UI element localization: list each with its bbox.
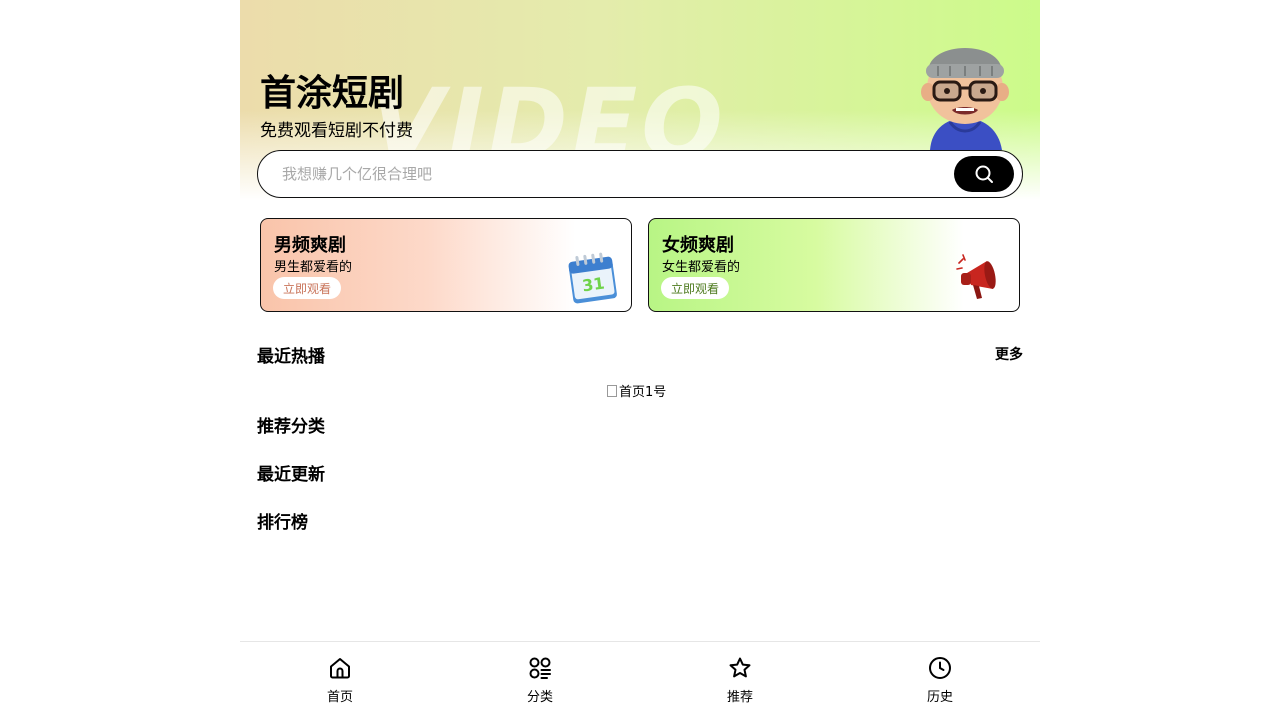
svg-text:31: 31 — [581, 274, 606, 296]
tab-label: 首页 — [326, 690, 353, 705]
search-icon — [975, 165, 993, 183]
mascot-avatar — [921, 48, 1009, 150]
tab-label: 历史 — [926, 690, 953, 705]
section-title-recommended: 推荐分类 — [257, 417, 325, 437]
app-screen: VIDEO 首涂短剧 免费观看短剧不付费 我想赚几个亿很合理吧 男频爽剧 男生都… — [240, 0, 1040, 720]
calendar-icon: 31 — [568, 252, 617, 304]
bottom-tab-bar: 首页 分类 推荐 历史 — [240, 641, 1040, 720]
page-subtitle: 免费观看短剧不付费 — [260, 121, 413, 141]
tab-home[interactable]: 首页 — [240, 642, 440, 720]
broken-image: 首页1号 — [607, 381, 666, 400]
tab-label: 分类 — [526, 690, 553, 705]
broken-image-alt: 首页1号 — [619, 385, 667, 400]
section-title-recent-hot: 最近热播 — [257, 347, 325, 367]
card-title: 男频爽剧 — [274, 235, 346, 256]
watch-now-button[interactable]: 立即观看 — [661, 277, 729, 299]
clock-icon — [929, 657, 951, 679]
page-title: 首涂短剧 — [260, 73, 405, 114]
star-icon — [729, 657, 751, 678]
card-subtitle: 女生都爱看的 — [662, 260, 741, 275]
category-cards: 男频爽剧 男生都爱看的 立即观看 31 女频爽剧 女生都爱看的 立即观看 — [260, 218, 1020, 312]
female-drama-card[interactable]: 女频爽剧 女生都爱看的 立即观看 — [648, 218, 1020, 312]
male-drama-card[interactable]: 男频爽剧 男生都爱看的 立即观看 31 — [260, 218, 632, 312]
watch-now-button[interactable]: 立即观看 — [273, 277, 341, 299]
category-icon — [529, 657, 551, 679]
search-button[interactable] — [954, 156, 1014, 192]
home-icon — [330, 658, 350, 679]
section-title-recent-update: 最近更新 — [257, 465, 325, 485]
card-title: 女频爽剧 — [662, 235, 734, 256]
search-bar — [257, 150, 1023, 198]
tab-category[interactable]: 分类 — [440, 642, 640, 720]
megaphone-icon — [956, 254, 996, 299]
card-subtitle: 男生都爱看的 — [274, 260, 353, 275]
tab-label: 推荐 — [726, 690, 753, 705]
more-link[interactable]: 更多 — [995, 344, 1023, 364]
section-title-ranking: 排行榜 — [257, 513, 308, 533]
search-input[interactable] — [282, 161, 942, 187]
broken-image-icon — [607, 384, 617, 397]
tab-history[interactable]: 历史 — [840, 642, 1040, 720]
tab-recommend[interactable]: 推荐 — [640, 642, 840, 720]
